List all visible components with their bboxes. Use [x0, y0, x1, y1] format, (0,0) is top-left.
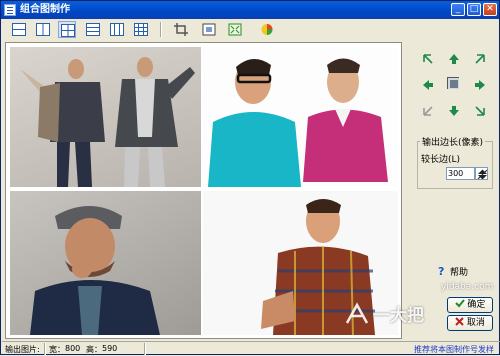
height-value: 590 — [102, 344, 118, 353]
checkmark-icon — [454, 299, 465, 308]
status-divider — [44, 343, 46, 355]
recommend-link[interactable]: 推荐将本图制作号发样 — [414, 344, 494, 355]
layout-rows-2-icon[interactable] — [10, 21, 28, 38]
layout-cols-3-icon[interactable] — [108, 21, 126, 38]
center-image-icon[interactable] — [447, 77, 459, 89]
height-label: 高： — [86, 345, 102, 354]
watermark-logo-icon — [345, 302, 369, 324]
arrow-down-right-icon[interactable] — [474, 105, 486, 117]
watermark-brand: 一大把 — [373, 306, 424, 326]
output-size-group-title: 输出边长(像素) — [420, 135, 486, 148]
arrow-down-left-icon[interactable] — [422, 105, 434, 117]
toolbar — [2, 20, 500, 40]
svg-text:?: ? — [438, 265, 444, 276]
frame-icon[interactable] — [200, 21, 218, 38]
arrow-up-right-icon[interactable] — [474, 53, 486, 65]
photo-two-men-sweaters — [208, 58, 388, 187]
title-bar: 组合图制作 _ □ ✕ — [1, 1, 499, 19]
output-image-label: 输出图片: — [5, 345, 40, 354]
fit-icon[interactable] — [226, 21, 244, 38]
app-window: 组合图制作 _ □ ✕ 输出边长(像素) 较长边(L) 300 ? 帮助 确定 … — [0, 0, 500, 355]
photo-cell-1[interactable] — [10, 47, 201, 187]
long-side-label: 较长边(L) — [421, 155, 461, 165]
close-button[interactable]: ✕ — [483, 3, 497, 16]
layout-grid-2x2-icon[interactable] — [58, 21, 76, 38]
photo-two-men-coats — [20, 57, 195, 187]
long-side-input[interactable]: 300 — [446, 167, 475, 180]
color-icon[interactable] — [258, 21, 276, 38]
output-size-group — [417, 141, 493, 189]
maximize-button[interactable]: □ — [467, 3, 481, 16]
cancel-button[interactable]: 取消 — [447, 315, 493, 331]
status-bar: 输出图片: 宽： 800 高： 590 推荐将本图制作号发样 — [2, 341, 500, 356]
crop-icon[interactable] — [172, 21, 190, 38]
arrow-up-icon[interactable] — [448, 53, 460, 65]
width-label: 宽： — [49, 345, 65, 354]
width-value: 800 — [65, 344, 81, 353]
minimize-button[interactable]: _ — [451, 3, 465, 16]
help-icon[interactable]: ? — [437, 265, 448, 276]
arrow-up-left-icon[interactable] — [422, 53, 434, 65]
collage-canvas[interactable] — [5, 42, 402, 339]
window-title: 组合图制作 — [20, 4, 70, 15]
help-link[interactable]: 帮助 — [450, 265, 468, 278]
photo-cell-3[interactable] — [10, 191, 201, 335]
arrow-right-icon[interactable] — [474, 79, 486, 91]
spinner-stepper-icon[interactable] — [475, 167, 488, 180]
arrow-down-icon[interactable] — [448, 105, 460, 117]
photo-cell-2[interactable] — [203, 47, 398, 187]
arrow-left-icon[interactable] — [422, 79, 434, 91]
layout-rows-3-icon[interactable] — [84, 21, 102, 38]
status-divider — [144, 343, 146, 355]
toolbar-separator — [160, 22, 162, 37]
cancel-x-icon — [455, 317, 464, 326]
ok-button-label: 确定 — [467, 300, 486, 310]
app-icon — [4, 4, 16, 16]
cancel-button-label: 取消 — [466, 318, 485, 328]
watermark-site: yidaba.com — [441, 282, 494, 292]
layout-cols-2-icon[interactable] — [34, 21, 52, 38]
ok-button[interactable]: 确定 — [447, 297, 493, 313]
layout-grid-3x3-icon[interactable] — [132, 21, 150, 38]
photo-man-flat-cap — [30, 206, 160, 335]
